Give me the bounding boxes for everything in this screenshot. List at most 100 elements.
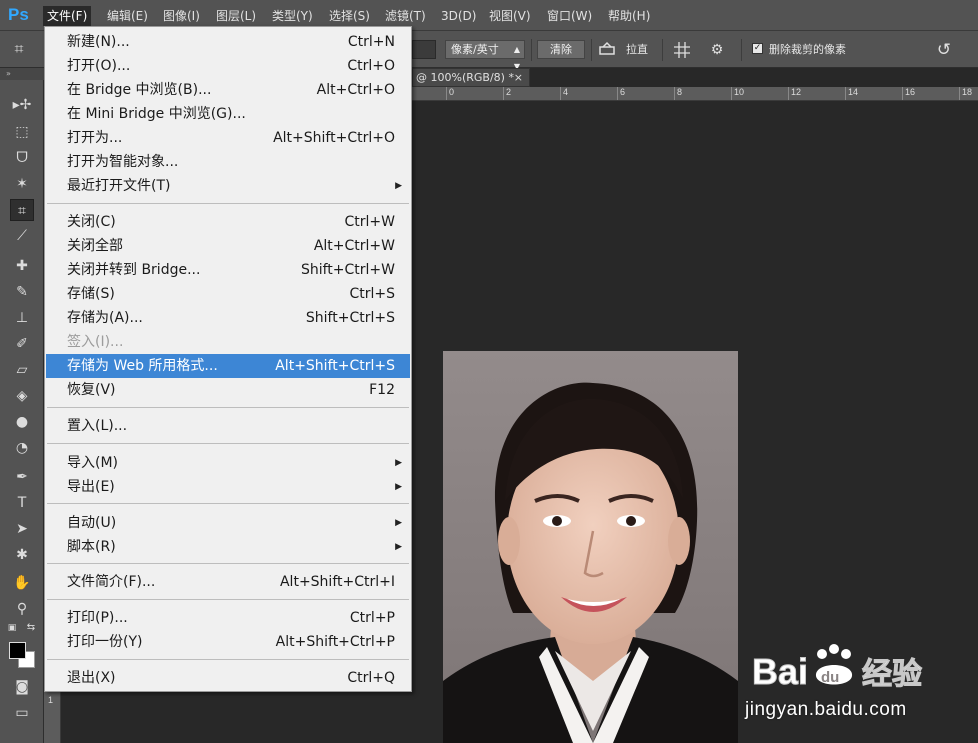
path-selection-tool-icon[interactable]: ➤ bbox=[10, 518, 34, 540]
menu-item-shortcut: Ctrl+O bbox=[347, 58, 395, 74]
blur-tool-icon[interactable]: ● bbox=[10, 411, 34, 433]
menu-help[interactable]: 帮助(H) bbox=[604, 6, 654, 26]
menu-item-open-as[interactable]: 打开为... Alt+Shift+Ctrl+O bbox=[46, 126, 410, 150]
menu-separator bbox=[47, 563, 409, 564]
swap-colors-icon[interactable]: ⇆ bbox=[24, 622, 38, 634]
menu-item-close-all[interactable]: 关闭全部 Alt+Ctrl+W bbox=[46, 234, 410, 258]
menu-item-file-info[interactable]: 文件简介(F)... Alt+Shift+Ctrl+I bbox=[46, 570, 410, 594]
move-tool-icon[interactable]: ▸✢ bbox=[10, 94, 34, 116]
menu-edit[interactable]: 编辑(E) bbox=[103, 6, 152, 26]
menu-item-save-for-web[interactable]: 存储为 Web 所用格式... Alt+Shift+Ctrl+S bbox=[46, 354, 410, 378]
menu-filter[interactable]: 滤镜(T) bbox=[381, 6, 430, 26]
menu-item-place[interactable]: 置入(L)... bbox=[46, 414, 410, 438]
straighten-icon[interactable] bbox=[598, 41, 616, 59]
menu-item-label: 存储为 Web 所用格式... bbox=[67, 358, 218, 374]
menu-item-save-as[interactable]: 存储为(A)... Shift+Ctrl+S bbox=[46, 306, 410, 330]
menu-item-close-go-bridge[interactable]: 关闭并转到 Bridge... Shift+Ctrl+W bbox=[46, 258, 410, 282]
clone-stamp-tool-icon[interactable]: ⊥ bbox=[10, 307, 34, 329]
horizontal-ruler[interactable]: 0 2 4 6 8 10 12 14 16 18 bbox=[412, 87, 978, 101]
delete-cropped-checkbox[interactable]: ✓ bbox=[752, 43, 763, 54]
menu-item-shortcut: Alt+Shift+Ctrl+O bbox=[273, 130, 395, 146]
magic-wand-tool-icon[interactable]: ✶ bbox=[10, 173, 34, 195]
screen-mode-icon[interactable]: ▭ bbox=[10, 702, 34, 724]
menu-item-browse-bridge[interactable]: 在 Bridge 中浏览(B)... Alt+Ctrl+O bbox=[46, 78, 410, 102]
history-brush-tool-icon[interactable]: ✐ bbox=[10, 333, 34, 355]
menu-item-scripts[interactable]: 脚本(R) ▶ bbox=[46, 535, 410, 559]
pen-tool-icon[interactable]: ✒ bbox=[10, 466, 34, 488]
menu-type[interactable]: 类型(Y) bbox=[268, 6, 317, 26]
divider bbox=[531, 39, 532, 61]
menu-item-label: 最近打开文件(T) bbox=[67, 178, 171, 194]
tools-panel-collapse-icon[interactable]: » bbox=[0, 68, 44, 80]
eraser-tool-icon[interactable]: ▱ bbox=[10, 359, 34, 381]
menu-select[interactable]: 选择(S) bbox=[325, 6, 374, 26]
menu-item-exit[interactable]: 退出(X) Ctrl+Q bbox=[46, 666, 410, 690]
menu-item-print-one-copy[interactable]: 打印一份(Y) Alt+Shift+Ctrl+P bbox=[46, 630, 410, 654]
menu-file[interactable]: 文件(F) bbox=[43, 6, 92, 26]
menu-layer[interactable]: 图层(L) bbox=[212, 6, 260, 26]
menu-item-open-smart-object[interactable]: 打开为智能对象... bbox=[46, 150, 410, 174]
menu-item-label: 自动(U) bbox=[67, 515, 117, 531]
lasso-tool-icon[interactable]: ᗜ bbox=[10, 147, 34, 169]
menu-item-print[interactable]: 打印(P)... Ctrl+P bbox=[46, 606, 410, 630]
menu-separator bbox=[47, 443, 409, 444]
menu-item-recent-files[interactable]: 最近打开文件(T) ▶ bbox=[46, 174, 410, 198]
clear-button[interactable]: 清除 bbox=[537, 40, 585, 59]
menu-item-label: 在 Bridge 中浏览(B)... bbox=[67, 82, 212, 98]
svg-text:Bai: Bai bbox=[752, 651, 808, 692]
quick-mask-icon[interactable]: ◙ bbox=[10, 676, 34, 698]
gear-icon[interactable]: ⚙ bbox=[708, 41, 726, 59]
menu-item-close[interactable]: 关闭(C) Ctrl+W bbox=[46, 210, 410, 234]
ruler-label: 6 bbox=[617, 87, 625, 100]
menu-item-open[interactable]: 打开(O)... Ctrl+O bbox=[46, 54, 410, 78]
ruler-label: 8 bbox=[674, 87, 682, 100]
canvas-image[interactable] bbox=[443, 351, 738, 743]
menu-item-automate[interactable]: 自动(U) ▶ bbox=[46, 511, 410, 535]
default-colors-icon[interactable]: ▣ bbox=[5, 622, 19, 634]
divider bbox=[741, 39, 742, 61]
hand-tool-icon[interactable]: ✋ bbox=[10, 572, 34, 594]
menu-item-import[interactable]: 导入(M) ▶ bbox=[46, 451, 410, 475]
foreground-color-swatch[interactable] bbox=[9, 642, 26, 659]
unit-select[interactable]: 像素/英寸 ▲ ▼ bbox=[445, 40, 525, 71]
healing-brush-tool-icon[interactable]: ✚ bbox=[10, 255, 34, 277]
zoom-tool-icon[interactable]: ⚲ bbox=[10, 598, 34, 620]
menu-item-export[interactable]: 导出(E) ▶ bbox=[46, 475, 410, 499]
eyedropper-tool-icon[interactable]: ⟋ bbox=[10, 225, 34, 247]
menu-3d[interactable]: 3D(D) bbox=[437, 6, 480, 26]
shape-tool-icon[interactable]: ✱ bbox=[10, 544, 34, 566]
menu-item-check-in: 签入(I)... bbox=[46, 330, 410, 354]
dodge-tool-icon[interactable]: ◔ bbox=[10, 437, 34, 459]
reset-icon[interactable]: ↺ bbox=[935, 41, 953, 59]
resolution-field[interactable] bbox=[412, 40, 436, 59]
menu-item-label: 关闭并转到 Bridge... bbox=[67, 262, 201, 278]
delete-cropped-label[interactable]: 删除裁剪的像素 bbox=[769, 40, 846, 59]
menu-item-revert[interactable]: 恢复(V) F12 bbox=[46, 378, 410, 402]
crop-tool-icon[interactable]: ⌗ bbox=[10, 199, 34, 221]
crop-tool-icon[interactable]: ⌗ bbox=[10, 40, 28, 58]
svg-text:经验: 经验 bbox=[862, 657, 922, 692]
ruler-label: 2 bbox=[503, 87, 511, 100]
marquee-tool-icon[interactable]: ⬚ bbox=[10, 121, 34, 143]
menu-separator bbox=[47, 203, 409, 204]
menu-window[interactable]: 窗口(W) bbox=[543, 6, 596, 26]
menu-image[interactable]: 图像(I) bbox=[159, 6, 204, 26]
menu-item-label: 文件简介(F)... bbox=[67, 574, 156, 590]
menu-item-new[interactable]: 新建(N)... Ctrl+N bbox=[46, 30, 410, 54]
menu-item-label: 签入(I)... bbox=[67, 334, 124, 350]
brush-tool-icon[interactable]: ✎ bbox=[10, 281, 34, 303]
menu-view[interactable]: 视图(V) bbox=[485, 6, 535, 26]
close-icon[interactable]: × bbox=[514, 69, 523, 86]
type-tool-icon[interactable]: T bbox=[10, 492, 34, 514]
menu-item-save[interactable]: 存储(S) Ctrl+S bbox=[46, 282, 410, 306]
ruler-label: 0 bbox=[446, 87, 454, 100]
grid-overlay-icon[interactable] bbox=[673, 41, 691, 59]
menu-item-shortcut: F12 bbox=[369, 382, 395, 398]
paint-bucket-tool-icon[interactable]: ◈ bbox=[10, 385, 34, 407]
menu-item-label: 导出(E) bbox=[67, 479, 115, 495]
straighten-label[interactable]: 拉直 bbox=[626, 40, 648, 59]
document-tab[interactable]: @ 100%(RGB/8) * × bbox=[412, 68, 530, 87]
menu-item-browse-mini-bridge[interactable]: 在 Mini Bridge 中浏览(G)... bbox=[46, 102, 410, 126]
menu-separator bbox=[47, 599, 409, 600]
menu-item-shortcut: Ctrl+S bbox=[349, 286, 395, 302]
